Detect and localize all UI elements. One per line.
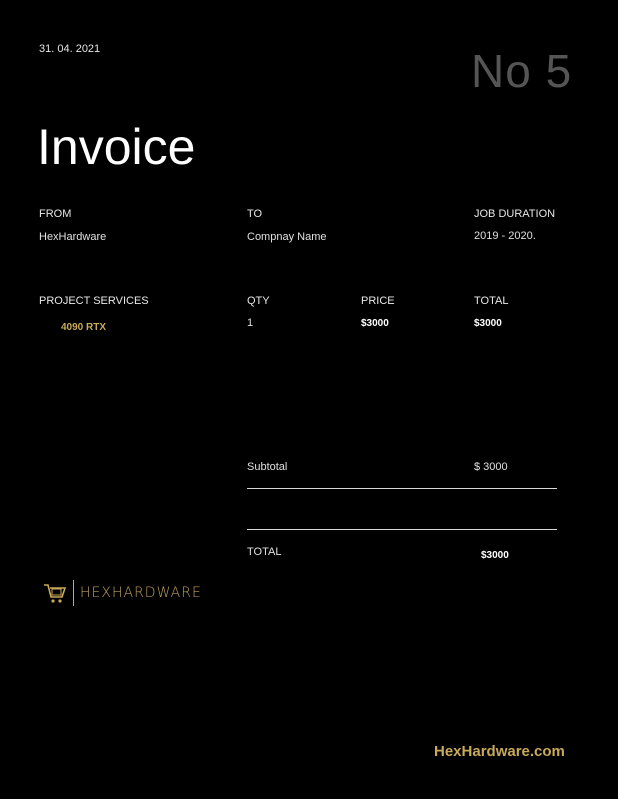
job-duration-value: 2019 - 2020.: [474, 230, 536, 242]
job-duration-label: JOB DURATION: [474, 208, 556, 220]
divider: [247, 488, 557, 489]
logo-separator: [73, 580, 74, 606]
invoice-date: 31. 04. 2021: [39, 43, 101, 55]
divider: [247, 529, 557, 530]
subtotal-value: $ 3000: [474, 461, 508, 473]
from-label: FROM: [39, 208, 72, 220]
cart-icon: [44, 584, 67, 603]
column-header-total: TOTAL: [474, 295, 509, 307]
total-label: TOTAL: [247, 546, 282, 558]
from-value: HexHardware: [39, 231, 107, 243]
item-total: $3000: [474, 318, 502, 329]
item-service: 4090 RTX: [61, 322, 107, 333]
column-header-price: PRICE: [361, 295, 395, 307]
website-link[interactable]: HexHardware.com: [434, 743, 565, 760]
page-title: Invoice: [37, 119, 196, 175]
to-label: TO: [247, 208, 263, 220]
column-header-services: PROJECT SERVICES: [39, 295, 149, 307]
total-value: $3000: [481, 550, 509, 561]
subtotal-label: Subtotal: [247, 461, 288, 473]
column-header-qty: QTY: [247, 295, 270, 307]
item-qty: 1: [247, 317, 254, 329]
logo-text: HEXHARDWARE: [80, 585, 202, 601]
brand-logo: HEXHARDWARE: [43, 580, 202, 606]
to-value: Compnay Name: [247, 231, 327, 243]
invoice-number: No 5: [471, 45, 573, 97]
item-price: $3000: [361, 318, 389, 329]
